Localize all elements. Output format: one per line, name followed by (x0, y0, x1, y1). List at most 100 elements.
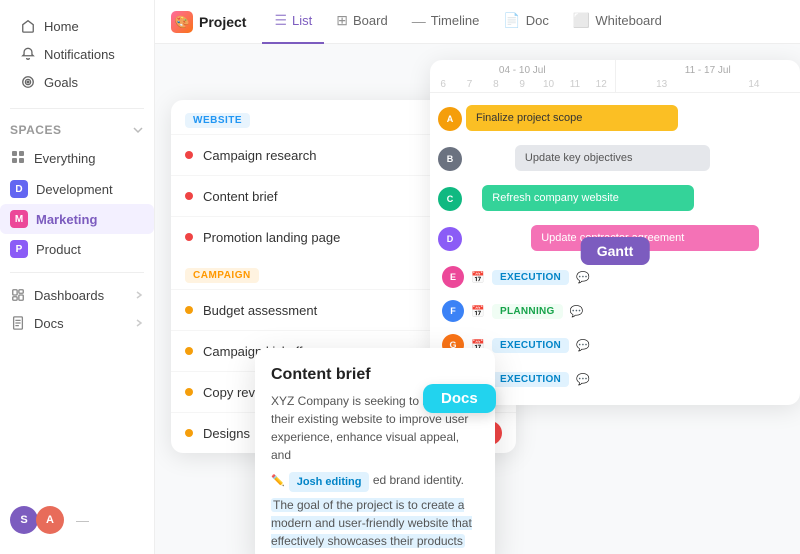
project-title: 🎨 Project (171, 11, 246, 33)
task-dot-yellow-4 (185, 429, 193, 437)
gantt-row-2: B Update key objectives (438, 141, 792, 177)
sidebar-spaces-header: Spaces (0, 117, 154, 143)
sidebar-item-marketing[interactable]: M Marketing (0, 204, 154, 234)
gantt-av-2: B (438, 147, 462, 171)
gantt-bar-container-1: Finalize project scope (466, 105, 792, 133)
tab-timeline[interactable]: — Timeline (400, 0, 492, 44)
gantt-lower-row-2: F 📅 PLANNING 💬 (438, 295, 792, 327)
sidebar-item-marketing-label: Marketing (36, 212, 97, 227)
gantt-bar-finalize[interactable]: Finalize project scope (466, 105, 678, 131)
status-badge-execution-3: EXECUTION (492, 372, 569, 387)
sidebar-nav-section: Home Notifications Goals (0, 12, 154, 96)
chat-icon-3: 💬 (573, 339, 593, 352)
sidebar-docs-label: Docs (34, 316, 64, 331)
tab-board[interactable]: ⊞ Board (324, 0, 399, 44)
task-label: Designs (203, 426, 250, 441)
avatar-s[interactable]: S (10, 506, 38, 534)
chat-icon-2: 💬 (567, 305, 587, 318)
sidebar-divider-1 (10, 108, 144, 109)
sidebar-item-everything[interactable]: Everything (0, 143, 154, 174)
project-icon: 🎨 (171, 11, 193, 33)
sidebar-item-dashboards[interactable]: Dashboards (0, 281, 154, 309)
docs-edit-tag-container: ✏️ Josh editing (271, 468, 369, 495)
task-dot-yellow-3 (185, 388, 193, 396)
doc-tab-icon: 📄 (503, 12, 520, 29)
docs-panel-title: Content brief (271, 366, 479, 384)
gantt-row-1: A Finalize project scope (438, 101, 792, 137)
sidebar-item-development-label: Development (36, 182, 113, 197)
avatar-a[interactable]: A (36, 506, 64, 534)
sidebar-item-product[interactable]: P Product (0, 234, 154, 264)
product-dot: P (10, 240, 28, 258)
tab-whiteboard[interactable]: ⬜ Whiteboard (561, 0, 674, 44)
sidebar-divider-2 (10, 272, 144, 273)
avatar-dash: — (76, 513, 89, 528)
sidebar-item-everything-label: Everything (34, 151, 95, 166)
chevron-down-icon (132, 124, 144, 136)
status-badge-execution-2: EXECUTION (492, 338, 569, 353)
gantt-day: 13 (653, 79, 671, 90)
gantt-bar-refresh[interactable]: Refresh company website (482, 185, 694, 211)
website-badge: WEBSITE (185, 113, 250, 128)
tab-doc[interactable]: 📄 Doc (491, 0, 561, 44)
gantt-day: 14 (745, 79, 763, 90)
docs-bubble-label: Docs (423, 384, 496, 413)
everything-grid-icon (10, 149, 26, 168)
gantt-week-header: 04 - 10 Jul 6 7 8 9 10 11 12 11 - 17 Jul… (430, 60, 800, 93)
timeline-tab-icon: — (412, 13, 426, 29)
gantt-day: 10 (540, 79, 558, 90)
task-label: Campaign research (203, 148, 316, 163)
docs-body-text-3: The goal of the project is to create a m… (271, 498, 472, 548)
whiteboard-tab-icon: ⬜ (573, 12, 590, 29)
gantt-bar-update-key[interactable]: Update key objectives (515, 145, 711, 171)
status-badge-planning: PLANNING (492, 304, 563, 319)
tab-list[interactable]: ☰ List (262, 0, 324, 44)
sidebar-item-home-label: Home (44, 19, 79, 34)
gantt-day: 6 (434, 79, 452, 90)
development-dot: D (10, 180, 28, 198)
task-dot-red-1 (185, 151, 193, 159)
gantt-week2-label: 11 - 17 Jul (616, 65, 800, 76)
gantt-week1: 04 - 10 Jul 6 7 8 9 10 11 12 (430, 60, 616, 92)
dashboards-icon (10, 287, 26, 303)
edit-pencil-icon: ✏️ (271, 473, 285, 490)
sidebar-item-development[interactable]: D Development (0, 174, 154, 204)
sidebar-item-goals[interactable]: Goals (10, 68, 144, 96)
task-dot-red-2 (185, 192, 193, 200)
gantt-week2: 11 - 17 Jul 13 14 (616, 60, 800, 92)
list-tab-icon: ☰ (274, 12, 287, 29)
gantt-week1-days: 6 7 8 9 10 11 12 (430, 79, 615, 90)
docs-panel-body: XYZ Company is seeking to redesign their… (271, 392, 479, 551)
sidebar-item-docs[interactable]: Docs (0, 309, 154, 337)
sidebar-item-notifications[interactable]: Notifications (10, 40, 144, 68)
gantt-day: 12 (592, 79, 610, 90)
sidebar: Home Notifications Goals Spac (0, 0, 155, 554)
gantt-calendar-icon-2: 📅 (468, 305, 488, 318)
task-dot-yellow-1 (185, 306, 193, 314)
sidebar-item-product-label: Product (36, 242, 81, 257)
task-label: Budget assessment (203, 303, 317, 318)
docs-panel: Content brief XYZ Company is seeking to … (255, 348, 495, 554)
docs-edit-tag[interactable]: Josh editing (289, 472, 370, 493)
task-label: Promotion landing page (203, 230, 340, 245)
gantt-lower-av-2: F (442, 300, 464, 322)
top-nav: 🎨 Project ☰ List ⊞ Board — Timeline 📄 Do… (155, 0, 800, 44)
board-tab-icon: ⊞ (336, 12, 348, 29)
chat-icon-1: 💬 (573, 271, 593, 284)
sidebar-bottom: S A — (0, 498, 154, 542)
gantt-lower-av-1: E (442, 266, 464, 288)
goals-icon (20, 74, 36, 90)
gantt-row-3: C Refresh company website (438, 181, 792, 217)
marketing-dot: M (10, 210, 28, 228)
sidebar-item-notifications-label: Notifications (44, 47, 115, 62)
docs-body-text-2: ed brand identity. (373, 473, 464, 487)
sidebar-item-home[interactable]: Home (10, 12, 144, 40)
bell-icon (20, 46, 36, 62)
gantt-week1-label: 04 - 10 Jul (430, 65, 615, 76)
task-dot-red-3 (185, 233, 193, 241)
gantt-bar-container-2: Update key objectives (466, 145, 792, 173)
campaign-badge: CAMPAIGN (185, 268, 259, 283)
chevron-right-docs-icon (134, 318, 144, 328)
gantt-av-1: A (438, 107, 462, 131)
chevron-right-icon (134, 290, 144, 300)
